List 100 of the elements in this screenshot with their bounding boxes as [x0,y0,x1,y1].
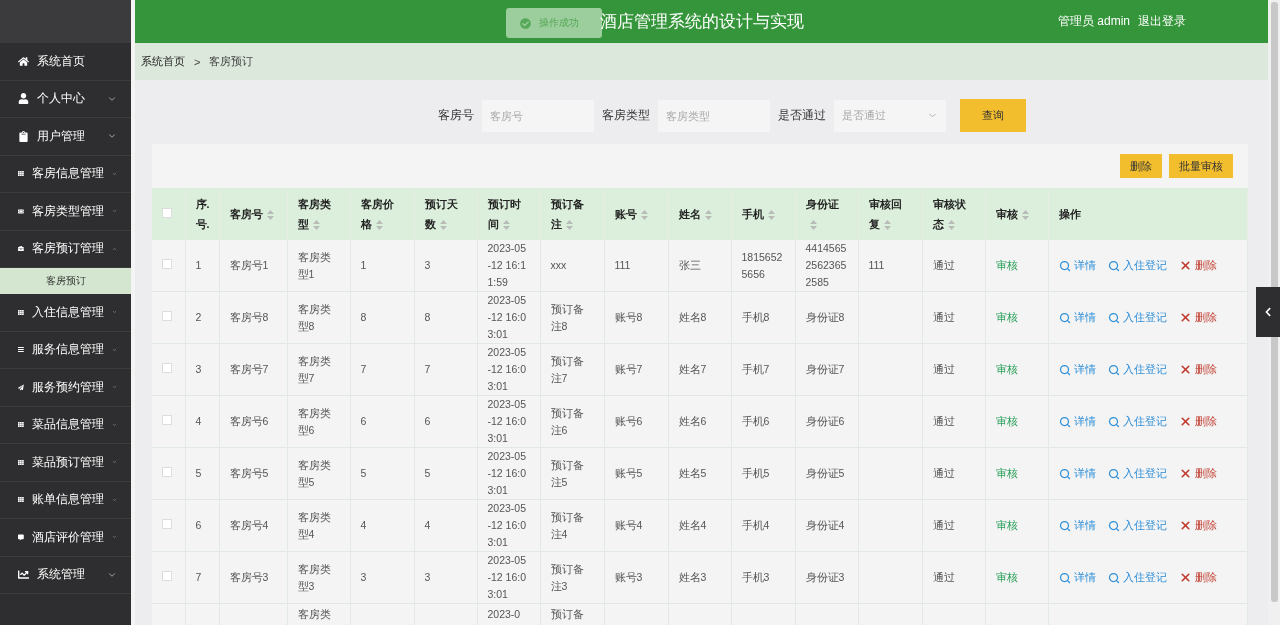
search-icon [1058,311,1071,324]
table-cell: 客房类型1 [297,250,331,280]
table-cell: 通过 [932,311,955,323]
logout-link[interactable]: 退出登录 [1138,13,1186,30]
column-header[interactable]: 客房价格 [350,188,414,240]
table-cell: 111 [868,259,885,271]
sort-icon[interactable] [809,220,817,231]
user-label: 管理员 admin [1057,13,1130,30]
table-cell: 账号4 [614,519,643,531]
table-cell: 7 [424,363,431,375]
toolbar-button[interactable]: 删除 [1120,154,1162,178]
row-checkbox[interactable] [162,519,172,529]
column-header[interactable]: 预订时间 [477,188,540,240]
sort-icon[interactable] [266,210,274,221]
table-cell: 5 [424,467,431,479]
chart-icon [18,569,29,581]
search-field[interactable]: 客房号 [481,99,594,132]
table-cell: 手机4 [741,519,770,531]
sort-icon[interactable] [502,220,510,231]
search-icon [1107,415,1120,428]
table-cell: 通过 [932,519,955,531]
delete-link[interactable]: 删除 [1178,413,1217,430]
table-cell: 客房号6 [229,415,269,427]
delete-link[interactable]: 删除 [1178,569,1217,586]
table-cell: 姓名3 [678,571,707,583]
table-cell: 111 [614,259,631,271]
table-cell: 6 [360,415,367,427]
toolbar-button[interactable]: 批量审核 [1169,154,1233,178]
table-cell: 身份证5 [805,467,845,479]
delete-link[interactable]: 删除 [1178,465,1217,482]
column-header[interactable]: 账号 [604,188,668,240]
sort-icon[interactable] [312,220,320,231]
search-icon [1058,571,1071,584]
delete-link[interactable]: 删除 [1178,309,1217,326]
search-icon [1058,363,1071,376]
table-cell: 客房类型5 [297,458,331,488]
sort-icon[interactable] [883,220,891,231]
column-header[interactable]: 审核 [985,188,1048,240]
sort-icon[interactable] [640,210,648,221]
column-header[interactable]: 预订天数 [414,188,477,240]
select-all-checkbox[interactable] [162,208,172,218]
field-label: 是否通过 [777,107,826,124]
sort-icon[interactable] [375,220,383,231]
table-cell: 客房号4 [229,519,269,531]
table-cell: 3 [360,571,367,583]
column-header[interactable]: 审核回复 [858,188,922,240]
table-cell: 2023-05-12 16:03:01 [487,346,527,392]
column-header[interactable]: 预订备注 [540,188,604,240]
row-checkbox[interactable] [162,415,172,425]
sort-icon[interactable] [704,210,712,221]
table-cell: 5 [360,467,367,479]
table-cell: 18156525656 [741,250,783,280]
search-icon [1107,363,1120,376]
table-cell: 通过 [932,259,955,271]
delete-link[interactable]: 删除 [1178,517,1217,534]
table-cell: xxx [550,259,567,271]
chevron-left-icon [1263,307,1273,317]
breadcrumb-current: 客房预订 [209,54,254,69]
table-cell: 通过 [932,415,955,427]
sort-icon[interactable] [565,220,573,231]
row-checkbox[interactable] [162,467,172,477]
sort-icon[interactable] [947,220,955,231]
row-checkbox[interactable] [162,311,172,321]
column-header[interactable]: 客房类型 [287,188,350,240]
search-icon [1058,467,1071,480]
table-cell: 账号7 [614,363,643,375]
sort-icon[interactable] [439,220,447,231]
table-cell: 手机3 [741,571,770,583]
close-icon [1178,571,1192,584]
table-cell: 身份证7 [805,363,845,375]
row-checkbox[interactable] [162,571,172,581]
close-icon [1178,415,1192,428]
table-cell: 441456525623652585 [805,242,847,288]
delete-link[interactable]: 删除 [1178,361,1217,378]
row-checkbox[interactable] [162,363,172,373]
search-field[interactable]: 客房类型 [657,99,770,132]
search-icon [1058,259,1071,272]
table-cell: 2 [195,311,202,323]
search-icon [1107,467,1120,480]
column-header[interactable]: 姓名 [668,188,731,240]
table-cell: 7 [195,571,202,583]
collapse-handle[interactable] [1256,287,1280,337]
user-icon [18,93,29,105]
delete-link[interactable]: 删除 [1178,257,1217,274]
sidebar-subitem[interactable]: 客房预订 [0,268,131,294]
column-header[interactable]: 身份证 [795,188,858,240]
column-header[interactable]: 审核状态 [922,188,985,240]
close-icon [1178,259,1192,272]
table-cell: 2023-05-12 16:11:59 [487,242,527,288]
query-button[interactable]: 查询 [959,99,1026,132]
row-checkbox[interactable] [162,259,172,269]
column-header[interactable]: 手机 [731,188,795,240]
table-cell: 6 [195,519,202,531]
table-cell: 8 [424,311,431,323]
sort-icon[interactable] [767,210,775,221]
close-icon [1178,467,1192,480]
table-cell: 身份证6 [805,415,845,427]
sort-icon[interactable] [1021,210,1029,221]
breadcrumb-link[interactable]: 系统首页 [141,54,185,69]
column-header[interactable]: 客房号 [219,188,287,240]
